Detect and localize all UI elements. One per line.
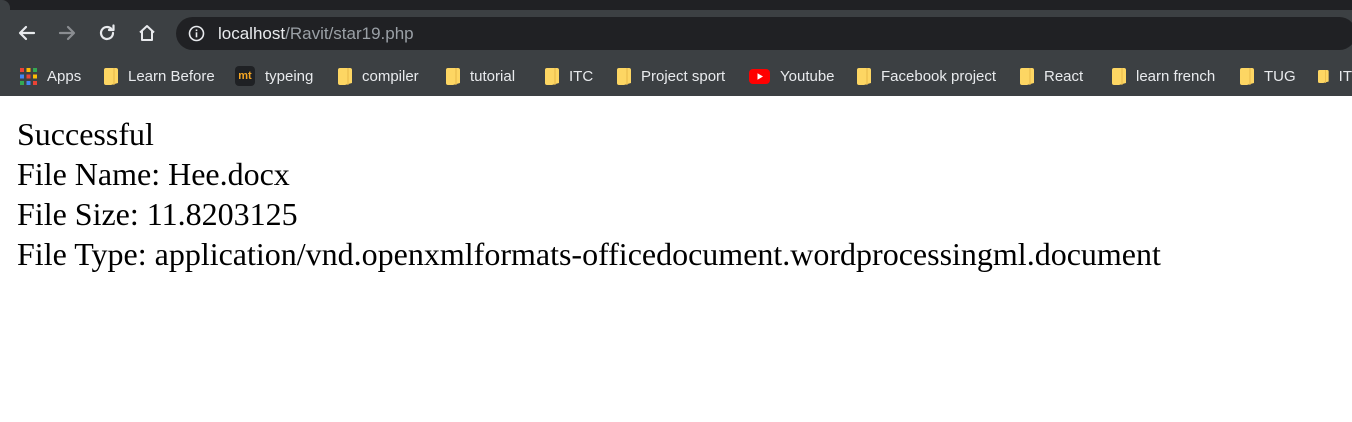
arrow-left-icon	[18, 25, 36, 41]
bookmark-youtube[interactable]: Youtube	[749, 64, 835, 88]
bookmark-label: TUG	[1264, 67, 1296, 85]
forward-button[interactable]	[53, 19, 81, 47]
browser-tab-strip	[0, 0, 1352, 10]
bookmark-typeing[interactable]: mt typeing	[235, 64, 313, 88]
bookmark-project-sport[interactable]: Project sport	[617, 64, 725, 88]
url-path: /Ravit/star19.php	[285, 24, 414, 43]
reload-icon	[99, 24, 115, 41]
bookmark-tutorial[interactable]: tutorial	[446, 64, 515, 88]
folder-icon	[545, 67, 559, 85]
bookmark-label: Facebook project	[881, 67, 997, 85]
bookmark-label: learn french	[1136, 67, 1216, 85]
folder-icon	[104, 67, 118, 85]
bookmark-tug[interactable]: TUG	[1240, 64, 1296, 88]
bookmark-label: React	[1044, 67, 1084, 85]
arrow-right-icon	[58, 25, 76, 41]
bookmark-react[interactable]: React	[1020, 64, 1083, 88]
folder-icon	[1318, 69, 1329, 83]
back-button[interactable]	[13, 19, 41, 47]
bookmark-compiler[interactable]: compiler	[338, 64, 419, 88]
url-host: localhost	[218, 24, 286, 43]
bookmarks-bar: Apps Learn Before mt typeing compiler tu…	[0, 56, 1352, 96]
bookmark-label: Youtube	[780, 67, 835, 85]
file-name-line: File Name: Hee.docx	[17, 156, 290, 192]
bookmark-itc[interactable]: ITC	[545, 64, 593, 88]
bookmark-learn-before[interactable]: Learn Before	[104, 64, 215, 88]
bookmark-label: ITC	[569, 67, 594, 85]
file-type-line: File Type: application/vnd.openxmlformat…	[17, 236, 1161, 272]
folder-icon	[338, 67, 352, 85]
bookmark-label: typeing	[265, 67, 314, 85]
home-icon	[139, 25, 155, 41]
bookmark-label: compiler	[362, 67, 419, 85]
bookmark-learn-french[interactable]: learn french	[1112, 64, 1215, 88]
mt-logo-icon: mt	[235, 66, 255, 86]
youtube-icon	[749, 68, 770, 84]
folder-icon	[446, 67, 460, 85]
reload-button[interactable]	[93, 19, 121, 47]
bookmark-label: tutorial	[470, 67, 516, 85]
folder-icon	[617, 67, 631, 85]
folder-icon	[1020, 67, 1034, 85]
apps-grid-icon	[20, 67, 37, 85]
bookmark-label: Apps	[47, 67, 82, 85]
status-message: Successful	[17, 116, 154, 152]
page-content: Successful File Name: Hee.docx File Size…	[17, 114, 1161, 274]
browser-toolbar: localhost/Ravit/star19.php	[0, 10, 1352, 56]
bookmark-facebook-project[interactable]: Facebook project	[857, 64, 996, 88]
bookmark-label: Learn Before	[128, 67, 215, 85]
active-tab-edge	[0, 0, 10, 10]
folder-icon	[1112, 67, 1126, 85]
url-text[interactable]: localhost/Ravit/star19.php	[218, 24, 414, 44]
info-icon[interactable]	[188, 25, 205, 42]
bookmark-it[interactable]: IT	[1318, 64, 1352, 88]
bookmark-label: Project sport	[641, 67, 726, 85]
bookmark-label: IT	[1338, 67, 1352, 85]
folder-icon	[857, 67, 871, 85]
home-button[interactable]	[133, 19, 161, 47]
address-bar[interactable]: localhost/Ravit/star19.php	[176, 17, 1352, 50]
bookmark-apps[interactable]: Apps	[20, 64, 81, 88]
tab-strip-background	[268, 0, 1352, 10]
folder-icon	[1240, 67, 1254, 85]
file-size-line: File Size: 11.8203125	[17, 196, 298, 232]
